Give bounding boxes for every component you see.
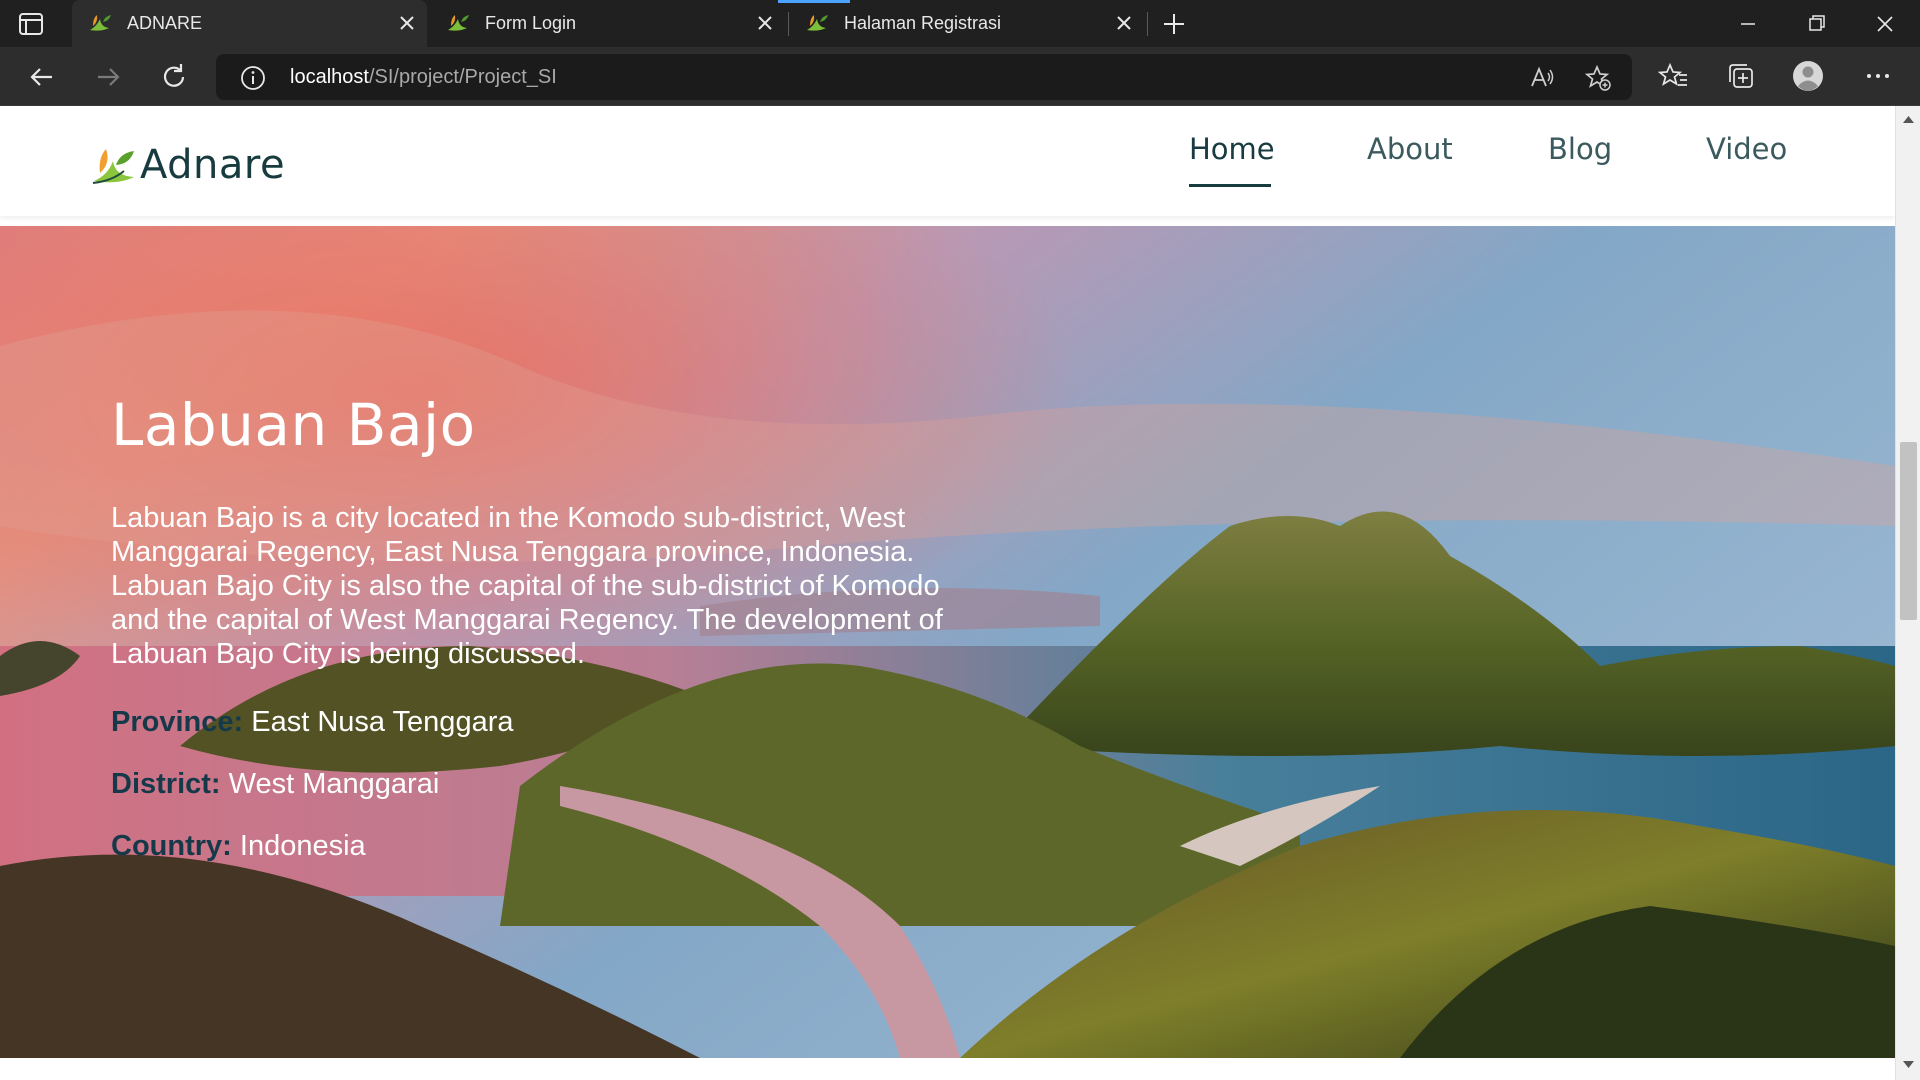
country-value: Indonesia: [239, 830, 366, 862]
page-viewport: Adnare Home About Blog Video Labuan Bajo…: [0, 106, 1895, 1080]
hero-description: Labuan Bajo is a city located in the Kom…: [111, 502, 943, 670]
favicon-leaf-icon: [90, 15, 111, 31]
tab-title: ADNARE: [127, 13, 203, 33]
scroll-down-arrow-icon[interactable]: [1902, 1060, 1915, 1070]
scrollbar-thumb[interactable]: [1900, 442, 1917, 620]
favicon-leaf-icon: [448, 15, 469, 31]
minimize-icon[interactable]: [1734, 10, 1762, 38]
province-value: East Nusa Tenggara: [251, 706, 514, 738]
forward-arrow-icon[interactable]: [92, 61, 124, 93]
tab-adnare[interactable]: ADNARE: [72, 0, 427, 47]
restore-icon[interactable]: [1803, 10, 1831, 38]
province-label: Province:: [111, 706, 244, 738]
district-label: District:: [111, 768, 221, 800]
nav-home[interactable]: Home: [1189, 132, 1275, 166]
nav-video[interactable]: Video: [1706, 132, 1787, 166]
tab-strip: ADNARE Form Login Halaman Registrasi: [0, 0, 1920, 47]
site-header: Adnare Home About Blog Video: [0, 106, 1895, 216]
profile-icon[interactable]: [1792, 60, 1824, 92]
close-icon[interactable]: [755, 13, 775, 33]
read-aloud-icon[interactable]: [1528, 64, 1556, 92]
reload-icon[interactable]: [158, 61, 190, 93]
province-row: Province: East Nusa Tenggara: [111, 706, 513, 739]
add-favorite-icon[interactable]: [1584, 64, 1612, 92]
collections-icon[interactable]: [1725, 60, 1757, 92]
tab-title: Form Login: [485, 13, 577, 33]
country-label: Country:: [111, 830, 232, 862]
tab-title: Halaman Registrasi: [844, 13, 1002, 33]
address-bar[interactable]: localhost/SI/project/Project_SI: [216, 54, 1632, 100]
more-icon[interactable]: [1862, 60, 1894, 92]
logo-text: Adnare: [140, 142, 286, 188]
back-arrow-icon[interactable]: [26, 61, 58, 93]
tab-actions-icon[interactable]: [18, 12, 44, 36]
nav-blog[interactable]: Blog: [1548, 132, 1612, 166]
district-value: West Manggarai: [228, 768, 440, 800]
close-icon[interactable]: [1871, 10, 1899, 38]
leaf-logo-icon: [92, 149, 134, 184]
url-host: localhost: [290, 66, 369, 88]
tab-form-login[interactable]: Form Login: [430, 0, 785, 47]
site-info-icon[interactable]: [240, 65, 266, 91]
hero-title: Labuan Bajo: [111, 391, 476, 459]
favicon-leaf-icon: [807, 15, 828, 31]
page-scrollbar[interactable]: [1895, 106, 1920, 1080]
favorites-icon[interactable]: [1658, 60, 1690, 92]
plus-icon[interactable]: [1160, 10, 1188, 38]
nav-about[interactable]: About: [1367, 132, 1453, 166]
site-logo[interactable]: Adnare: [90, 140, 285, 190]
country-row: Country: Indonesia: [111, 830, 366, 863]
address-url[interactable]: localhost/SI/project/Project_SI: [290, 66, 557, 89]
browser-toolbar: localhost/SI/project/Project_SI: [0, 47, 1920, 106]
page-below-hero: [0, 1058, 1895, 1080]
district-row: District: West Manggarai: [111, 768, 439, 801]
active-nav-underline: [1189, 184, 1271, 187]
close-icon[interactable]: [397, 13, 417, 33]
hero-section: Labuan Bajo Labuan Bajo is a city locate…: [0, 226, 1895, 1058]
close-icon[interactable]: [1114, 13, 1134, 33]
scroll-up-arrow-icon[interactable]: [1902, 114, 1915, 124]
tab-separator: [1147, 12, 1148, 36]
tab-halaman-registrasi[interactable]: Halaman Registrasi: [789, 0, 1144, 47]
url-path: /SI/project/Project_SI: [368, 66, 557, 88]
